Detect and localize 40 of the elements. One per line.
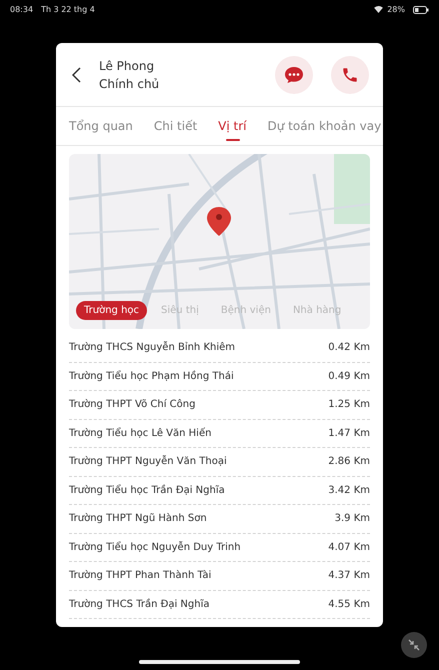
place-name: Trường Tiểu học Nguyễn Duy Trinh — [69, 542, 241, 553]
call-button[interactable] — [331, 56, 369, 94]
chat-button[interactable] — [275, 56, 313, 94]
place-distance: 1.25 Km — [328, 399, 370, 410]
tab[interactable]: Chi tiết — [154, 107, 208, 145]
place-name: Trường THPT Ngũ Hành Sơn — [69, 513, 207, 524]
tab[interactable]: Dự toán khoản vay — [268, 107, 383, 145]
place-distance: 0.49 Km — [328, 370, 370, 382]
place-distance: 4.55 Km — [328, 598, 370, 610]
back-icon[interactable] — [72, 66, 81, 82]
battery-percent: 28% — [387, 5, 405, 14]
place-name: Trường THCS Trần Đại Nghĩa — [69, 598, 210, 610]
place-name: Trường THPT Nguyễn Văn Thoại — [69, 456, 227, 468]
place-name: Trường THPT Võ Chí Công — [69, 399, 196, 410]
place-name: Trường Tiểu học Phạm Hồng Thái — [69, 370, 234, 382]
place-distance: 4.07 Km — [328, 542, 370, 553]
collapse-icon — [408, 639, 420, 651]
chat-icon — [284, 66, 304, 84]
place-name: Trường THPT Phan Thành Tài — [69, 570, 212, 582]
status-time: 08:34 — [10, 5, 34, 14]
contact-name: Lê Phong — [99, 58, 156, 72]
place-name: Trường Tiểu học Lê Văn Hiến — [69, 428, 212, 439]
place-name: Trường THCS Nguyễn Bỉnh Khiêm — [69, 342, 236, 354]
tab[interactable]: Tổng quan — [69, 107, 144, 145]
tab[interactable]: Vị trí — [218, 107, 258, 145]
place-distance: 3.42 Km — [328, 484, 370, 496]
phone-icon — [341, 66, 359, 84]
wifi-icon — [374, 6, 384, 13]
battery-icon — [413, 6, 429, 14]
collapse-button[interactable] — [401, 632, 427, 658]
category-chip[interactable]: Bệnh viện — [212, 301, 279, 320]
place-distance: 3.9 Km — [334, 513, 370, 524]
place-distance: 4.37 Km — [328, 570, 370, 582]
place-distance: 2.86 Km — [328, 456, 370, 468]
status-date: Th 3 22 thg 4 — [41, 5, 95, 14]
place-distance: 0.42 Km — [328, 342, 370, 354]
contact-role: Chính chủ — [99, 76, 160, 90]
place-distance: 1.47 Km — [328, 428, 370, 439]
place-name: Trường Tiểu học Trần Đại Nghĩa — [69, 484, 225, 496]
category-chip[interactable]: Trường học — [76, 301, 148, 320]
